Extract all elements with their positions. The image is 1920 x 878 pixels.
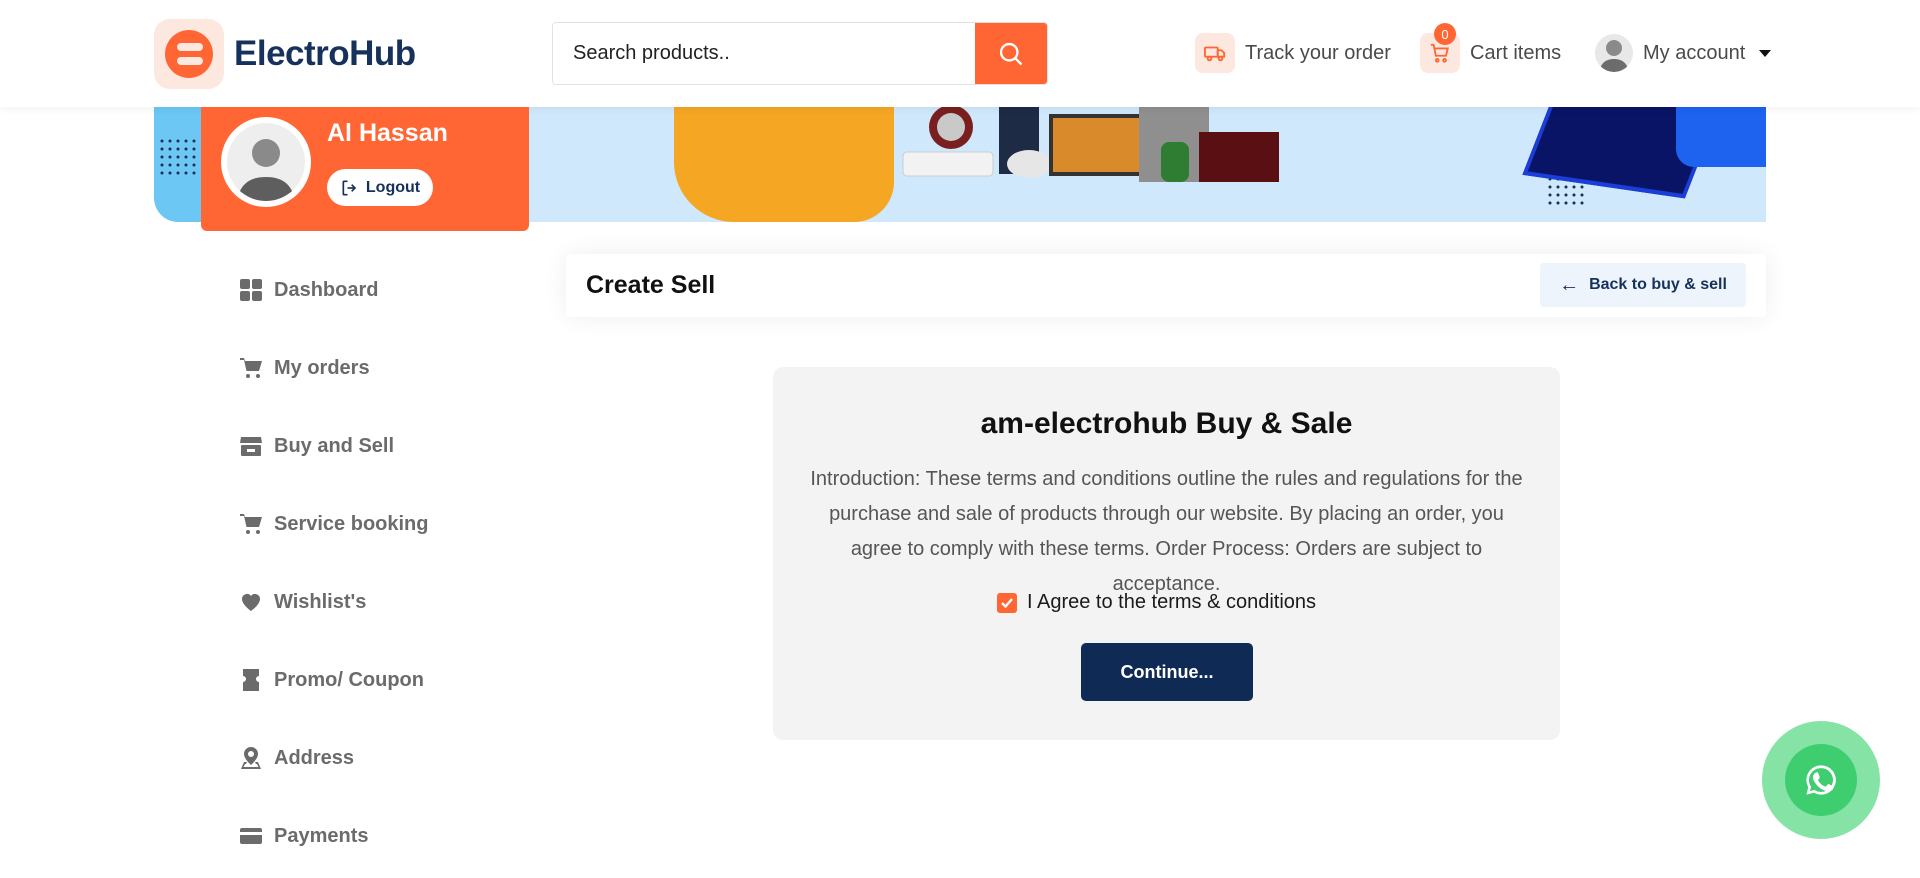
cart-icon: [238, 511, 264, 537]
logo-icon: [154, 19, 224, 89]
credit-card-icon: [238, 823, 264, 849]
track-order-link[interactable]: Track your order: [1195, 33, 1391, 73]
dashboard-icon: [238, 277, 264, 303]
track-order-label: Track your order: [1245, 41, 1391, 64]
search-bar: [552, 22, 1048, 85]
search-input[interactable]: [553, 23, 975, 84]
continue-button[interactable]: Continue...: [1081, 643, 1253, 701]
profile-name: Al Hassan: [327, 119, 448, 147]
sidebar-item-label: Dashboard: [274, 278, 379, 301]
whatsapp-icon: [1806, 765, 1836, 795]
sidebar-item-label: Service booking: [274, 512, 429, 535]
agree-terms-label: I Agree to the terms & conditions: [1027, 591, 1317, 613]
banner-products-image: [902, 107, 1279, 182]
sidebar-item-buy-and-sell[interactable]: Buy and Sell: [238, 433, 394, 459]
back-to-buy-sell-button[interactable]: ← Back to buy & sell: [1540, 263, 1746, 307]
sidebar-item-payments[interactable]: Payments: [238, 823, 369, 849]
account-menu[interactable]: My account: [1595, 34, 1772, 72]
sidebar-item-my-orders[interactable]: My orders: [238, 355, 370, 381]
agree-terms-checkbox[interactable]: I Agree to the terms & conditions: [997, 591, 1316, 614]
sidebar-item-label: Buy and Sell: [274, 434, 395, 457]
page-header-bar: Create Sell ← Back to buy & sell: [566, 254, 1766, 317]
sidebar-item-label: My orders: [274, 356, 370, 379]
account-label: My account: [1643, 41, 1746, 64]
terms-card: am-electrohub Buy & Sale Introduction: T…: [773, 367, 1560, 740]
sidebar-item-label: Payments: [274, 824, 369, 847]
cart-label: Cart items: [1470, 41, 1562, 64]
avatar: [1595, 34, 1633, 72]
logo-text: ElectroHub: [234, 34, 416, 73]
sidebar-item-label: Address: [274, 746, 355, 769]
logo[interactable]: ElectroHub: [154, 19, 416, 89]
terms-body: Introduction: These terms and conditions…: [810, 468, 1523, 595]
coupon-icon: [238, 667, 264, 693]
sidebar-item-wishlist[interactable]: Wishlist's: [238, 589, 366, 615]
sidebar-item-promo-coupon[interactable]: Promo/ Coupon: [238, 667, 424, 693]
profile-card: Al Hassan Logout: [201, 107, 529, 231]
back-button-label: Back to buy & sell: [1589, 276, 1727, 293]
search-button[interactable]: [975, 23, 1047, 84]
site-header: ElectroHub Track your order 0 Cart items…: [0, 0, 1920, 107]
sidebar-item-label: Wishlist's: [274, 590, 367, 613]
sidebar-item-address[interactable]: Address: [238, 745, 354, 771]
logout-icon: [342, 180, 357, 195]
logout-label: Logout: [365, 178, 421, 196]
chevron-down-icon: [1759, 49, 1772, 57]
heart-icon: [238, 589, 264, 615]
sidebar-item-service-booking[interactable]: Service booking: [238, 511, 429, 537]
sidebar: Dashboard My orders Buy and Sell Service…: [201, 231, 529, 878]
sidebar-item-dashboard[interactable]: Dashboard: [238, 277, 378, 303]
store-icon: [238, 433, 264, 459]
cart-link[interactable]: 0 Cart items: [1420, 23, 1562, 73]
cart-count-badge: 0: [1434, 23, 1456, 45]
arrow-left-icon: ←: [1559, 273, 1580, 296]
profile-avatar: [221, 117, 311, 207]
terms-title: am-electrohub Buy & Sale: [980, 407, 1353, 440]
whatsapp-chat-button[interactable]: [1762, 721, 1880, 839]
banner-model-image: [674, 107, 894, 222]
sidebar-item-label: Promo/ Coupon: [274, 668, 424, 691]
search-icon: [999, 42, 1023, 65]
page-title: Create Sell: [586, 271, 716, 299]
truck-icon: [1195, 33, 1235, 73]
cart-icon: [238, 355, 264, 381]
logout-button[interactable]: Logout: [327, 169, 433, 206]
cart-icon: 0: [1420, 23, 1460, 73]
checkbox-checked-icon[interactable]: [997, 592, 1017, 613]
map-pin-icon: [238, 745, 264, 771]
